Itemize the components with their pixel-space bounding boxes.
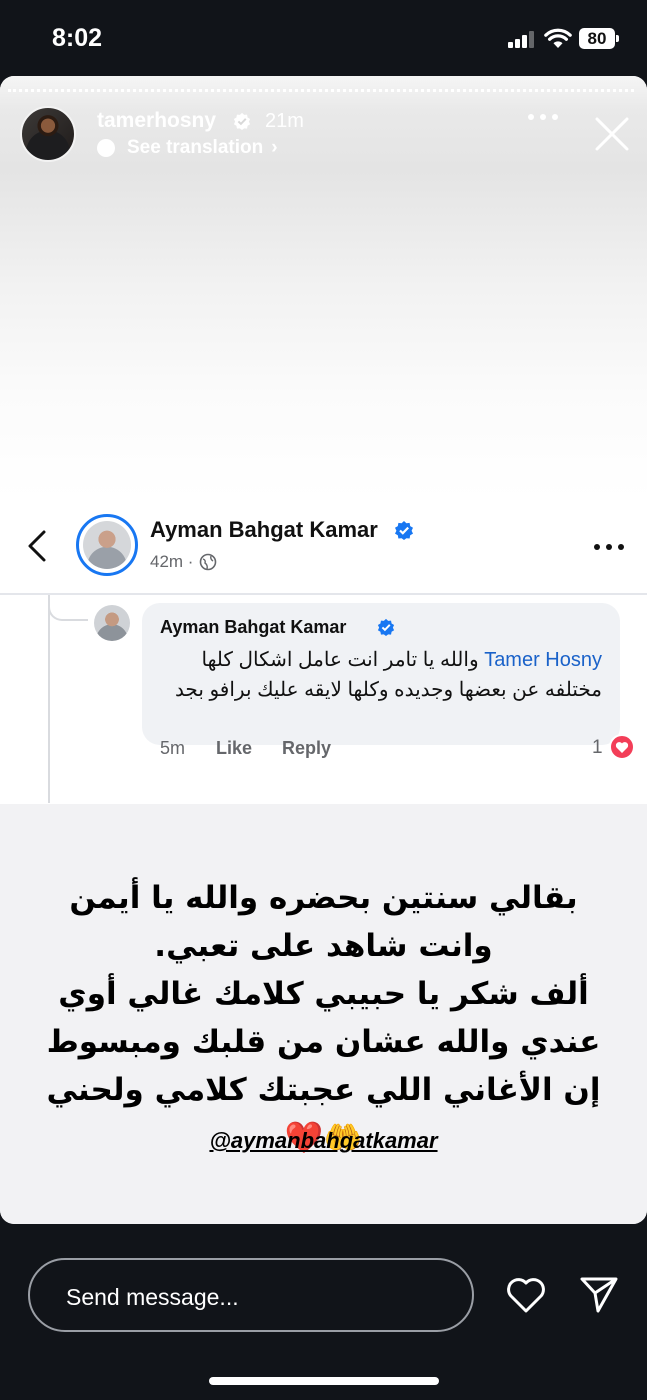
comment-author-name: Ayman Bahgat Kamar [160,617,347,637]
back-arrow-icon [28,530,46,562]
instagram-story-screen: 8:02 80 tamerhosny 21m See translation ›… [0,0,647,1400]
thread-line [48,595,50,803]
comment-text: Tamer Hosny والله يا تامر انت عامل اشكال… [152,645,602,705]
battery-icon: 80 [579,28,619,49]
post-time-ago: 42m · [150,552,194,571]
more-options-icon[interactable] [528,114,558,122]
send-message-input[interactable]: Send message... [28,1258,474,1332]
post-author-name: Ayman Bahgat Kamar [150,517,378,542]
caption-text: بقالي سنتين بحضره والله يا أيمن وانت شاه… [46,880,601,1156]
home-indicator [209,1377,439,1385]
love-reaction-icon [609,734,635,760]
reaction-count: 1 [592,737,603,758]
story-progress-bar [8,89,634,92]
battery-level: 80 [579,28,615,49]
status-time: 8:02 [52,24,103,52]
post-author-avatar [76,514,138,576]
close-icon[interactable] [594,116,630,152]
comment-reply-label: Reply [282,738,332,758]
story-time-ago: 21m [265,110,304,132]
story-caption: بقالي سنتين بحضره والله يا أيمن وانت شاه… [0,804,647,1224]
story-username[interactable]: tamerhosny [97,109,216,133]
caption-mention[interactable]: @aymanbahgatkamar [0,1128,647,1154]
verified-badge-icon [233,112,251,130]
chevron-right-icon: › [271,137,278,158]
story-author-avatar[interactable] [20,106,76,162]
comment-author-avatar [94,605,130,641]
comment-thread: Ayman Bahgat Kamar Tamer Hosny والله يا … [0,595,647,803]
verified-badge-icon [395,521,413,540]
story-card[interactable]: tamerhosny 21m See translation › Ayman B… [0,76,647,1224]
thread-connector [48,595,88,621]
comment-like-label: Like [216,738,253,758]
wifi-icon [544,28,572,48]
translate-icon [97,139,115,157]
post-more-options-icon [594,544,626,552]
comment-time-ago: 5m [160,738,186,758]
status-bar: 8:02 80 [0,0,647,76]
verified-badge-icon [377,618,395,636]
heart-icon[interactable] [505,1276,547,1314]
see-translation-link[interactable]: See translation › [97,137,278,159]
send-icon[interactable] [578,1273,620,1315]
post-meta: 42m · [150,552,217,572]
post-header: Ayman Bahgat Kamar 42m · [0,500,647,594]
comment-bubble: Ayman Bahgat Kamar Tamer Hosny والله يا … [142,603,620,745]
globe-icon [200,553,217,571]
see-translation-label: See translation [127,137,264,158]
comment-mention: Tamer Hosny [484,649,602,671]
message-placeholder: Send message... [66,1284,239,1310]
cellular-signal-icon [508,31,538,48]
